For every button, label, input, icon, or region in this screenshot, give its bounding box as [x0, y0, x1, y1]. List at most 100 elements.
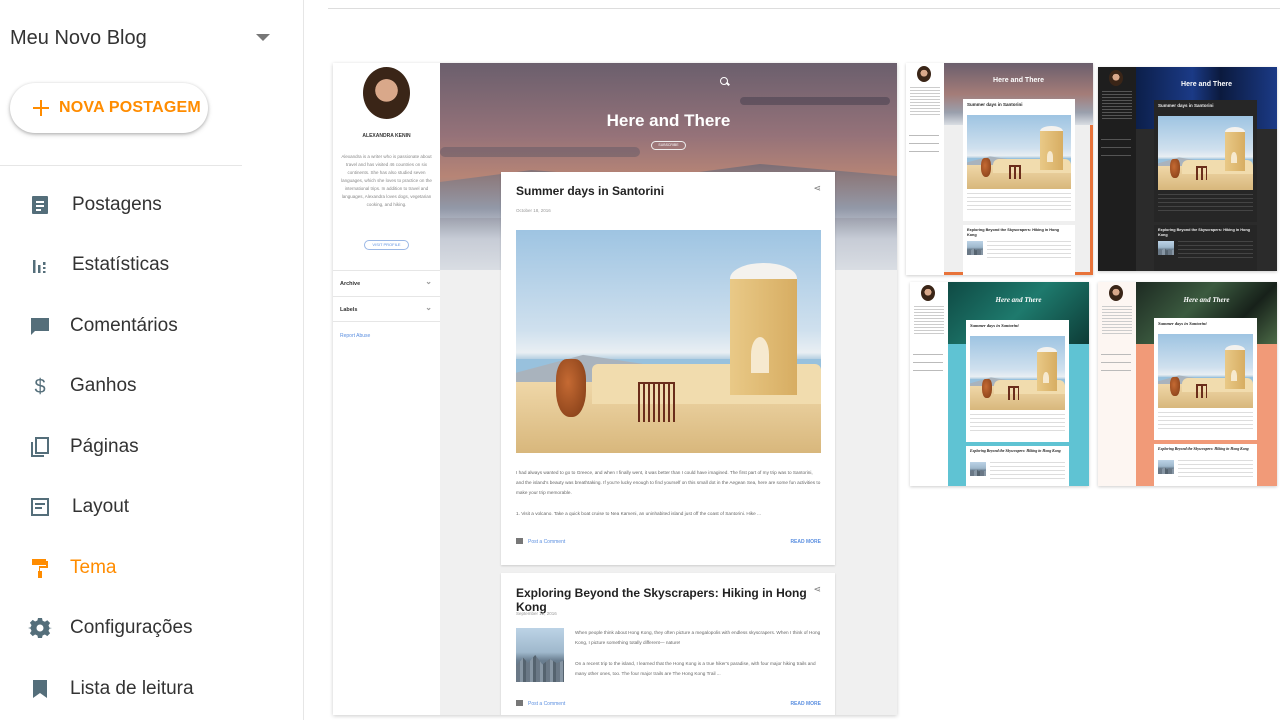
- theme-post-image: [970, 336, 1065, 410]
- share-icon[interactable]: ⋖: [813, 584, 821, 595]
- bookmark-icon: [33, 680, 47, 698]
- theme-post-card: Summer days in Santorini: [1154, 318, 1257, 440]
- subscribe-button[interactable]: SUBSCRIBE: [651, 141, 686, 150]
- post-snippet: I had always wanted to go to Greece, and…: [516, 470, 821, 495]
- theme-option-teal[interactable]: Here and There Summer days in Santorini …: [910, 282, 1089, 486]
- theme-post-title: Exploring Beyond the Skyscrapers: Hiking…: [1158, 228, 1250, 237]
- sidebar-item-settings[interactable]: Configurações: [0, 603, 303, 653]
- archive-accordion[interactable]: Archive: [333, 269, 440, 296]
- theme-option-dark[interactable]: Here and There Summer days in Santorini …: [1098, 67, 1277, 271]
- hero-cloud: [440, 147, 640, 157]
- avatar: [1109, 285, 1123, 301]
- theme-option-coral[interactable]: Here and There Summer days in Santorini …: [1098, 282, 1277, 486]
- post-title[interactable]: Exploring Beyond the Skyscrapers: Hiking…: [516, 586, 835, 614]
- post-image: [516, 230, 821, 453]
- gear-icon: [28, 618, 52, 638]
- theme-live-preview[interactable]: ALEXANDRA KENIN Alexandra is a writer wh…: [333, 63, 897, 715]
- new-post-button[interactable]: NOVA POSTAGEM: [10, 83, 208, 133]
- theme-post-card: Exploring Beyond the Skyscrapers: Hiking…: [966, 446, 1069, 486]
- dropdown-caret-icon: [256, 34, 270, 41]
- sidebar-item-pages[interactable]: Páginas: [0, 422, 303, 472]
- read-more-link[interactable]: READ MORE: [790, 701, 821, 707]
- theme-post-card: Exploring Beyond the Skyscrapers: Hiking…: [1154, 225, 1257, 271]
- sidebar-item-comments[interactable]: Comentários: [0, 301, 303, 351]
- theme-post-title: Exploring Beyond the Skyscrapers: Hiking…: [1158, 447, 1249, 451]
- theme-sidebar: [1098, 67, 1136, 271]
- sidebar-item-label: Layout: [72, 496, 130, 517]
- layout-icon: [31, 498, 49, 516]
- theme-sidebar: [910, 282, 948, 486]
- read-more-link[interactable]: READ MORE: [790, 539, 821, 545]
- blog-name: Meu Novo Blog: [10, 26, 147, 49]
- theme-post-image: [1158, 334, 1253, 408]
- preview-sidebar: ALEXANDRA KENIN Alexandra is a writer wh…: [333, 63, 440, 715]
- post-date: September 12, 2016: [516, 611, 557, 616]
- author-bio: Alexandra is a writer who is passionate …: [341, 154, 432, 207]
- sidebar-item-theme[interactable]: Tema: [0, 543, 303, 593]
- sidebar: Meu Novo Blog NOVA POSTAGEM Postagens Es…: [0, 0, 304, 720]
- theme-sidebar: [906, 63, 944, 275]
- sidebar-item-label: Tema: [70, 557, 117, 578]
- theme-post-card: Summer days in Santorini: [1154, 100, 1257, 222]
- theme-sidebar: [1098, 282, 1136, 486]
- theme-post-title: Summer days in Santorini: [967, 102, 1023, 107]
- new-post-label: NOVA POSTAGEM: [59, 99, 201, 116]
- theme-post-title: Summer days in Santorini: [1158, 321, 1207, 326]
- post-snippet: On a recent trip to the island, I learne…: [575, 661, 816, 676]
- posts-icon: [32, 196, 48, 214]
- blog-title: Here and There: [606, 111, 731, 130]
- sidebar-item-label: Estatísticas: [72, 254, 170, 275]
- visit-profile-button[interactable]: VISIT PROFILE: [364, 240, 409, 250]
- sidebar-item-stats[interactable]: Estatísticas: [0, 240, 303, 290]
- sidebar-item-label: Páginas: [70, 436, 139, 457]
- theme-icon: [32, 559, 48, 578]
- blog-selector[interactable]: Meu Novo Blog: [10, 22, 280, 54]
- sidebar-item-label: Postagens: [72, 194, 162, 215]
- theme-post-card: Exploring Beyond the Skyscrapers: Hiking…: [963, 225, 1075, 275]
- theme-post-title: Summer days in Santorini: [970, 323, 1019, 328]
- theme-blog-title: Here and There: [1181, 81, 1232, 88]
- sidebar-item-label: Lista de leitura: [70, 678, 194, 699]
- labels-accordion[interactable]: Labels: [333, 295, 440, 322]
- post-thumbnail: [516, 628, 564, 682]
- post-card: Exploring Beyond the Skyscrapers: Hiking…: [501, 573, 835, 715]
- theme-post-thumbnail: [967, 241, 983, 255]
- sidebar-item-label: Ganhos: [70, 375, 137, 396]
- theme-blog-title: Here and There: [1183, 296, 1230, 304]
- svg-text:$: $: [34, 376, 45, 398]
- report-abuse-link[interactable]: Report Abuse: [340, 333, 370, 339]
- avatar: [1109, 70, 1123, 86]
- post-card: Summer days in Santorini ⋖ October 18, 2…: [501, 172, 835, 565]
- theme-post-thumbnail: [1158, 241, 1174, 255]
- theme-blog-title: Here and There: [995, 296, 1042, 304]
- theme-post-image: [1158, 116, 1253, 190]
- post-snippet: When people think about Hong Kong, they …: [575, 630, 821, 645]
- dollar-icon: $: [34, 376, 45, 398]
- post-comment-link[interactable]: Post a Comment: [516, 700, 565, 707]
- comments-icon: [31, 318, 49, 335]
- sidebar-item-earnings[interactable]: $ Ganhos: [0, 361, 303, 411]
- post-title[interactable]: Summer days in Santorini: [516, 184, 664, 198]
- sidebar-item-label: Comentários: [70, 315, 178, 336]
- avatar: [917, 66, 931, 82]
- theme-post-title: Exploring Beyond the Skyscrapers: Hiking…: [970, 449, 1061, 453]
- sidebar-item-layout[interactable]: Layout: [0, 482, 303, 532]
- header-divider: [328, 8, 1280, 9]
- theme-post-card: Summer days in Santorini: [966, 320, 1069, 442]
- post-comment-link[interactable]: Post a Comment: [516, 538, 565, 545]
- post-snippet-bullet: 1. Visit a volcano. Take a quick boat cr…: [516, 511, 761, 516]
- hero-cloud: [740, 97, 890, 105]
- post-date: October 18, 2016: [516, 208, 551, 213]
- search-icon[interactable]: [720, 77, 728, 85]
- theme-post-thumbnail: [1158, 460, 1174, 474]
- sidebar-divider: [0, 165, 242, 166]
- author-name: ALEXANDRA KENIN: [362, 133, 411, 139]
- avatar: [921, 285, 935, 301]
- theme-option-light[interactable]: Here and There Summer days in Santorini …: [906, 63, 1093, 275]
- share-icon[interactable]: ⋖: [813, 183, 821, 194]
- theme-post-image: [967, 115, 1071, 189]
- sidebar-item-posts[interactable]: Postagens: [0, 180, 303, 230]
- sidebar-item-reading-list[interactable]: Lista de leitura: [0, 664, 303, 714]
- pages-icon: [31, 437, 49, 457]
- plus-icon: [33, 100, 49, 116]
